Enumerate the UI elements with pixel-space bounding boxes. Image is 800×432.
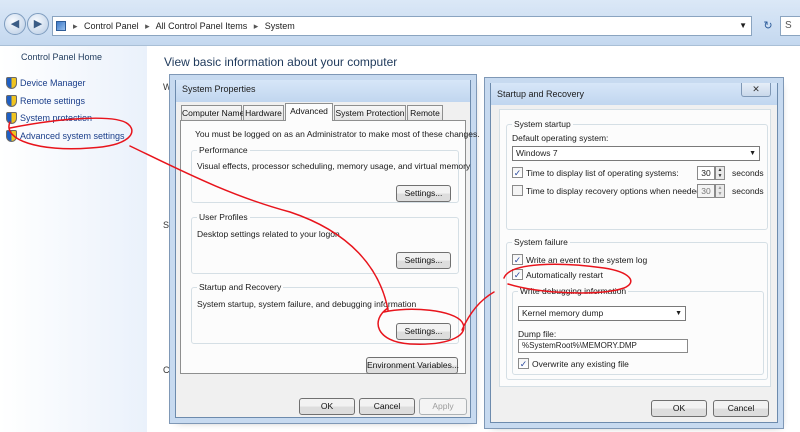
auto-restart-label: Automatically restart [526,270,603,280]
shield-icon [6,112,17,124]
dialog-title: Startup and Recovery [497,89,585,99]
device-manager-link[interactable]: Device Manager [6,76,86,90]
tab-computer-name[interactable]: Computer Name [181,105,244,121]
breadcrumb-sep-icon: ▸ [73,21,78,31]
user-profiles-settings-button[interactable]: Settings... [396,252,451,269]
system-failure-group: System failure ✓ Write an event to the s… [506,237,768,380]
dialog-title: System Properties [182,84,256,94]
background-text-fragment: C [163,365,170,375]
breadcrumb-sep-icon: ▸ [145,21,150,31]
dialog-titlebar[interactable]: System Properties [176,80,470,102]
tab-remote[interactable]: Remote [407,105,443,121]
ok-button[interactable]: OK [651,400,707,417]
user-profiles-group: User Profiles Desktop settings related t… [191,212,459,274]
system-protection-label: System protection [20,113,93,123]
recovery-options-label: Time to display recovery options when ne… [526,186,704,196]
address-toolbar: ◀ ▶ ▸ Control Panel ▸ All Control Panel … [0,0,800,46]
startup-recovery-desc: System startup, system failure, and debu… [197,299,417,309]
user-profiles-desc: Desktop settings related to your logon [197,229,340,239]
advanced-system-settings-label: Advanced system settings [20,131,125,141]
breadcrumb-system[interactable]: System [265,21,295,31]
ok-button[interactable]: OK [299,398,355,415]
chevron-down-icon: ▼ [749,150,756,157]
background-text-fragment: S [163,220,170,230]
advanced-tab-panel: You must be logged on as an Administrato… [180,120,480,374]
cancel-button[interactable]: Cancel [713,400,769,417]
default-os-label: Default operating system: [512,133,609,143]
display-list-checkbox[interactable]: ✓ [512,167,523,178]
search-icon: S [785,20,792,31]
device-manager-label: Device Manager [20,78,86,88]
performance-label: Performance [197,145,250,155]
tab-hardware[interactable]: Hardware [243,105,284,121]
dialog-titlebar[interactable]: Startup and Recovery ✕ [491,83,777,105]
forward-button[interactable]: ▶ [27,13,49,35]
system-startup-group: System startup Default operating system:… [506,119,768,230]
breadcrumb-all-items[interactable]: All Control Panel Items [156,21,248,31]
recovery-options-checkbox[interactable] [512,185,523,196]
control-panel-icon [56,21,66,31]
system-startup-label: System startup [512,119,573,129]
startup-recovery-settings-button[interactable]: Settings... [396,323,451,340]
performance-desc: Visual effects, processor scheduling, me… [197,161,471,171]
environment-variables-button[interactable]: Environment Variables... [366,357,459,374]
chevron-down-icon[interactable]: ▼ [739,17,747,35]
performance-settings-button[interactable]: Settings... [396,185,451,202]
user-profiles-label: User Profiles [197,212,250,222]
dump-file-field[interactable]: %SystemRoot%\MEMORY.DMP [518,339,688,353]
left-pane: Control Panel Home Device Manager Remote… [0,46,147,432]
seconds-label: seconds [732,186,764,196]
debug-info-value: Kernel memory dump [522,308,604,318]
seconds-label: seconds [732,168,764,178]
overwrite-label: Overwrite any existing file [532,359,629,369]
spinner-arrows-icon[interactable]: ▲ ▼ [715,184,725,198]
debug-info-label: Write debugging information [518,286,629,296]
write-event-label: Write an event to the system log [526,255,648,265]
system-protection-link[interactable]: System protection [6,111,92,125]
debug-info-select[interactable]: Kernel memory dump ▼ [518,306,686,321]
remote-settings-label: Remote settings [20,96,86,106]
startup-recovery-label: Startup and Recovery [197,282,284,292]
cancel-button[interactable]: Cancel [359,398,415,415]
refresh-icon[interactable]: ↻ [760,16,776,36]
startup-recovery-dialog: Startup and Recovery ✕ System startup De… [490,83,778,423]
system-properties-dialog: System Properties Computer Name Hardware… [175,80,480,418]
system-failure-label: System failure [512,237,570,247]
search-input[interactable]: S [780,16,800,36]
breadcrumb-sep-icon: ▸ [253,21,259,31]
default-os-select[interactable]: Windows 7 ▼ [512,146,760,161]
write-event-checkbox[interactable]: ✓ [512,254,523,265]
shield-icon [6,77,17,89]
display-list-spinner[interactable]: 30 [697,166,715,180]
address-bar[interactable]: ▸ Control Panel ▸ All Control Panel Item… [52,16,752,36]
close-icon[interactable]: ✕ [741,83,771,97]
apply-button[interactable]: Apply [419,398,467,415]
display-list-label: Time to display list of operating system… [526,168,679,178]
startup-recovery-panel: System startup Default operating system:… [499,109,771,387]
overwrite-checkbox[interactable]: ✓ [518,358,529,369]
background-text-fragment: W [163,82,172,92]
tab-system-protection[interactable]: System Protection [334,105,406,121]
performance-group: Performance Visual effects, processor sc… [191,145,470,203]
dump-file-label: Dump file: [518,329,557,339]
tab-advanced[interactable]: Advanced [285,103,333,121]
remote-settings-link[interactable]: Remote settings [6,94,85,108]
default-os-value: Windows 7 [516,148,558,158]
recovery-options-spinner[interactable]: 30 [697,184,715,198]
spinner-arrows-icon[interactable]: ▲ ▼ [715,166,725,180]
back-button[interactable]: ◀ [4,13,26,35]
chevron-down-icon: ▼ [675,310,682,317]
control-panel-home-link[interactable]: Control Panel Home [21,52,102,62]
breadcrumb-control-panel[interactable]: Control Panel [84,21,139,31]
page-title: View basic information about your comput… [164,55,398,69]
startup-recovery-group: Startup and Recovery System startup, sys… [191,282,459,344]
auto-restart-checkbox[interactable]: ✓ [512,269,523,280]
shield-icon [6,95,17,107]
admin-note: You must be logged on as an Administrato… [195,129,480,139]
debug-info-group: Write debugging information Kernel memor… [512,286,764,375]
shield-icon [6,130,17,142]
advanced-system-settings-link[interactable]: Advanced system settings [6,129,125,143]
